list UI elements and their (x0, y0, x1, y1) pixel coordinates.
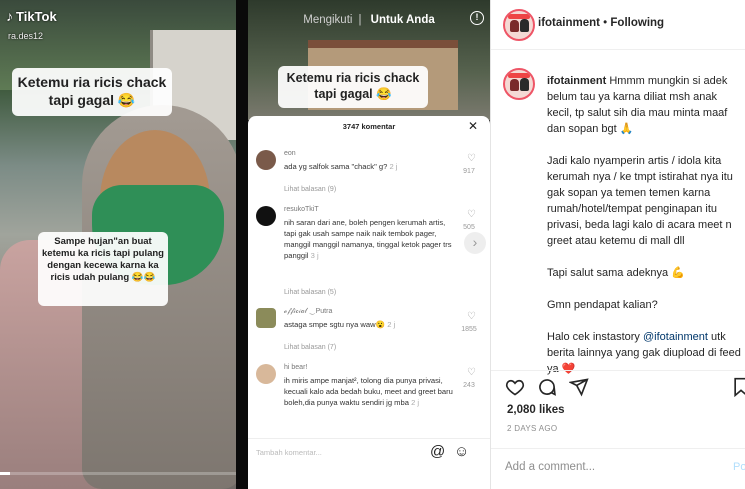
view-replies-link[interactable]: Lihat balasan (7) (284, 344, 336, 351)
header-separator: • (599, 17, 611, 29)
tiktok-feed-tabs: Mengikuti | Untuk Anda (248, 14, 490, 26)
view-replies-link[interactable]: Lihat balasan (5) (284, 289, 336, 296)
share-icon[interactable] (568, 377, 589, 403)
close-icon[interactable]: ✕ (468, 119, 478, 133)
following-button[interactable]: Following (610, 17, 664, 29)
mention-icon[interactable]: @ (430, 443, 445, 460)
chevron-right-icon[interactable]: › (464, 232, 486, 254)
add-comment-bar: Add a comment... Post (491, 448, 745, 489)
video-caption-top: Ketemu ria ricis chack tapi gagal 😂 (278, 66, 428, 108)
comment-author[interactable]: eon (284, 150, 296, 157)
media-divider (236, 0, 248, 489)
avatar-logo-icon (508, 73, 530, 78)
tab-following[interactable]: Mengikuti (303, 14, 352, 26)
view-replies-link[interactable]: Lihat balasan (9) (284, 186, 336, 193)
comment-icon[interactable] (537, 377, 557, 403)
comment-text: nih saran dari ane, boleh pengen kerumah… (284, 217, 454, 261)
account-name-link[interactable]: ifotainment (538, 17, 600, 29)
avatar-logo-icon (508, 14, 530, 19)
avatar-figure (520, 78, 529, 91)
avatar-figure (520, 19, 529, 32)
post-timestamp[interactable]: 2 DAYS AGO (507, 424, 557, 433)
comment-like-count: 1855 (461, 326, 477, 333)
comment-like-count: 243 (463, 382, 475, 389)
bookmark-icon[interactable] (733, 377, 745, 403)
comment-item: hi bear! ih miris ampe manjat², tolong d… (256, 364, 482, 436)
comment-like-count: 505 (463, 224, 475, 231)
comments-sheet: 3747 komentar ✕ eon ada yg salfok sama "… (248, 116, 490, 489)
header-account: ifotainment • Following (538, 17, 664, 29)
comment-like-count: 917 (463, 168, 475, 175)
comment-input[interactable]: Tambah komentar... (256, 448, 322, 457)
tiktok-video-left[interactable]: ♪ TikTok ra.des12 Ketemu ria ricis chack… (0, 0, 236, 489)
comment-time: 2 j (411, 398, 420, 407)
caption-paragraph: Halo cek instastory (547, 331, 643, 343)
avatar[interactable] (256, 206, 276, 226)
comment-body: ada yg salfok sama "chack" g? (284, 162, 388, 171)
caption-author-link[interactable]: ifotainment (547, 75, 606, 87)
avatar[interactable] (503, 68, 535, 100)
comment-author[interactable]: hi bear! (284, 364, 307, 371)
tab-divider: | (358, 14, 362, 26)
heart-icon[interactable]: ♡ (467, 209, 476, 220)
caption-paragraph: Tapi salut sama adeknya 💪 (547, 267, 685, 279)
emoji-icon[interactable]: ☺ (454, 443, 469, 460)
screenshot-root: ♪ TikTok ra.des12 Ketemu ria ricis chack… (0, 0, 745, 489)
comment-author[interactable]: 𝓸𝒻𝒻𝒾𝒸𝒾𝒶𝓁 ‿Putra (284, 308, 332, 316)
caption-paragraph: Gmn pendapat kalian? (547, 299, 658, 311)
comment-time: 3 j (310, 251, 319, 260)
caption-paragraph: Jadi kalo nyamperin artis / idola kita k… (547, 155, 733, 247)
comments-count: 3747 komentar (342, 122, 396, 131)
video-progress-fill (0, 472, 10, 475)
comment-body: nih saran dari ane, boleh pengen kerumah… (284, 218, 452, 260)
avatar-figure (510, 20, 519, 32)
comment-author[interactable]: resukoTkiT (284, 206, 319, 213)
comment-time: 2 j (389, 162, 398, 171)
tiktok-logo: ♪ TikTok (6, 8, 57, 24)
video-caption-side: Sampe hujan"an buat ketemu ka ricis tapi… (38, 232, 168, 306)
tiktok-username: ra.des12 (8, 31, 44, 41)
tiktok-logo-text: TikTok (16, 8, 57, 24)
info-icon[interactable]: ! (470, 11, 484, 25)
video-progress-bar[interactable] (0, 472, 236, 475)
avatar[interactable] (503, 9, 535, 41)
tab-for-you[interactable]: Untuk Anda (371, 14, 435, 26)
like-count[interactable]: 2,080 likes (507, 404, 565, 416)
heart-icon[interactable]: ♡ (467, 311, 476, 322)
post-caption: ifotainment Hmmm mungkin si adek belum t… (491, 62, 745, 375)
comment-text: ih miris ampe manjat², tolong dia punya … (284, 375, 454, 408)
avatar-figure (510, 79, 519, 91)
comment-input-bar: Tambah komentar... @ ☺ (248, 438, 490, 468)
comment-item: resukoTkiT nih saran dari ane, boleh pen… (256, 206, 482, 296)
heart-icon[interactable] (505, 377, 525, 403)
comment-body: ih miris ampe manjat², tolong dia punya … (284, 376, 453, 407)
comment-item: 𝓸𝒻𝒻𝒾𝒸𝒾𝒶𝓁 ‿Putra astaga smpe sgtu nya waw… (256, 308, 482, 358)
comment-time: 2 j (387, 320, 396, 329)
avatar[interactable] (256, 364, 276, 384)
heart-icon[interactable]: ♡ (467, 153, 476, 164)
mention-link[interactable]: @ifotainment (643, 331, 708, 343)
avatar[interactable] (256, 308, 276, 328)
post-media[interactable]: ♪ TikTok ra.des12 Ketemu ria ricis chack… (0, 0, 490, 489)
add-comment-input[interactable]: Add a comment... (505, 461, 595, 473)
heart-icon[interactable]: ♡ (467, 367, 476, 378)
avatar[interactable] (256, 150, 276, 170)
video-caption-top: Ketemu ria ricis chack tapi gagal 😂 (12, 68, 172, 116)
comment-body: astaga smpe sgtu nya waw😮 (284, 320, 386, 329)
tiktok-note-icon: ♪ (6, 8, 13, 24)
post-sidebar: ifotainment • Following ifotainment Hmmm… (490, 0, 745, 489)
comment-text: astaga smpe sgtu nya waw😮 2 j (284, 319, 454, 330)
post-comment-button[interactable]: Post (733, 461, 745, 473)
post-header: ifotainment • Following (491, 0, 745, 50)
caption-text: ifotainment Hmmm mungkin si adek belum t… (547, 73, 741, 393)
comment-text: ada yg salfok sama "chack" g? 2 j (284, 161, 454, 172)
